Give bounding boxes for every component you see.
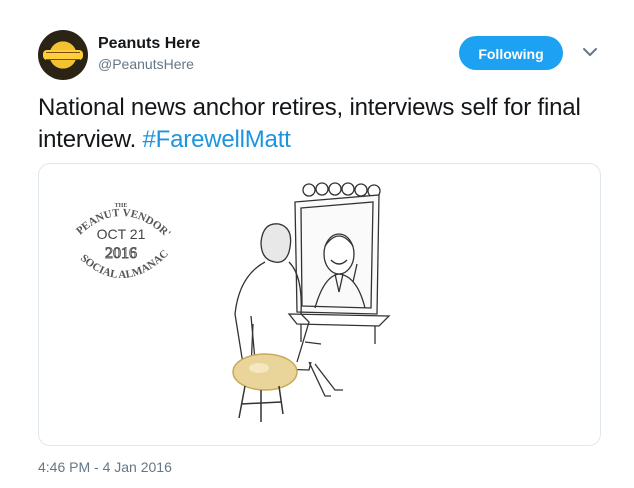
- following-button[interactable]: Following: [459, 36, 563, 70]
- logo-stripe: [46, 52, 80, 60]
- tweet-text: National news anchor retires, interviews…: [38, 92, 608, 156]
- avatar[interactable]: [38, 30, 88, 80]
- user-handle[interactable]: @PeanutsHere: [98, 55, 194, 73]
- user-name[interactable]: Peanuts Here: [98, 34, 200, 54]
- mirror-drawing: [287, 182, 391, 344]
- cartoon-illustration: THE PEANUT VENDOR'S OCT 21 2016 SOCIAL A…: [39, 164, 391, 422]
- tweet-media[interactable]: THE PEANUT VENDOR'S OCT 21 2016 SOCIAL A…: [38, 163, 601, 446]
- almanac-stamp: THE PEANUT VENDOR'S OCT 21 2016 SOCIAL A…: [39, 164, 173, 281]
- tweet-body: National news anchor retires, interviews…: [38, 94, 581, 153]
- hashtag-link[interactable]: #FarewellMatt: [143, 126, 291, 153]
- chevron-down-icon[interactable]: [581, 44, 599, 60]
- stamp-year: 2016: [105, 245, 137, 262]
- tweet-timestamp[interactable]: 4:46 PM - 4 Jan 2016: [38, 458, 172, 476]
- peanut-stool: [232, 353, 298, 422]
- stamp-date: OCT 21: [97, 226, 146, 242]
